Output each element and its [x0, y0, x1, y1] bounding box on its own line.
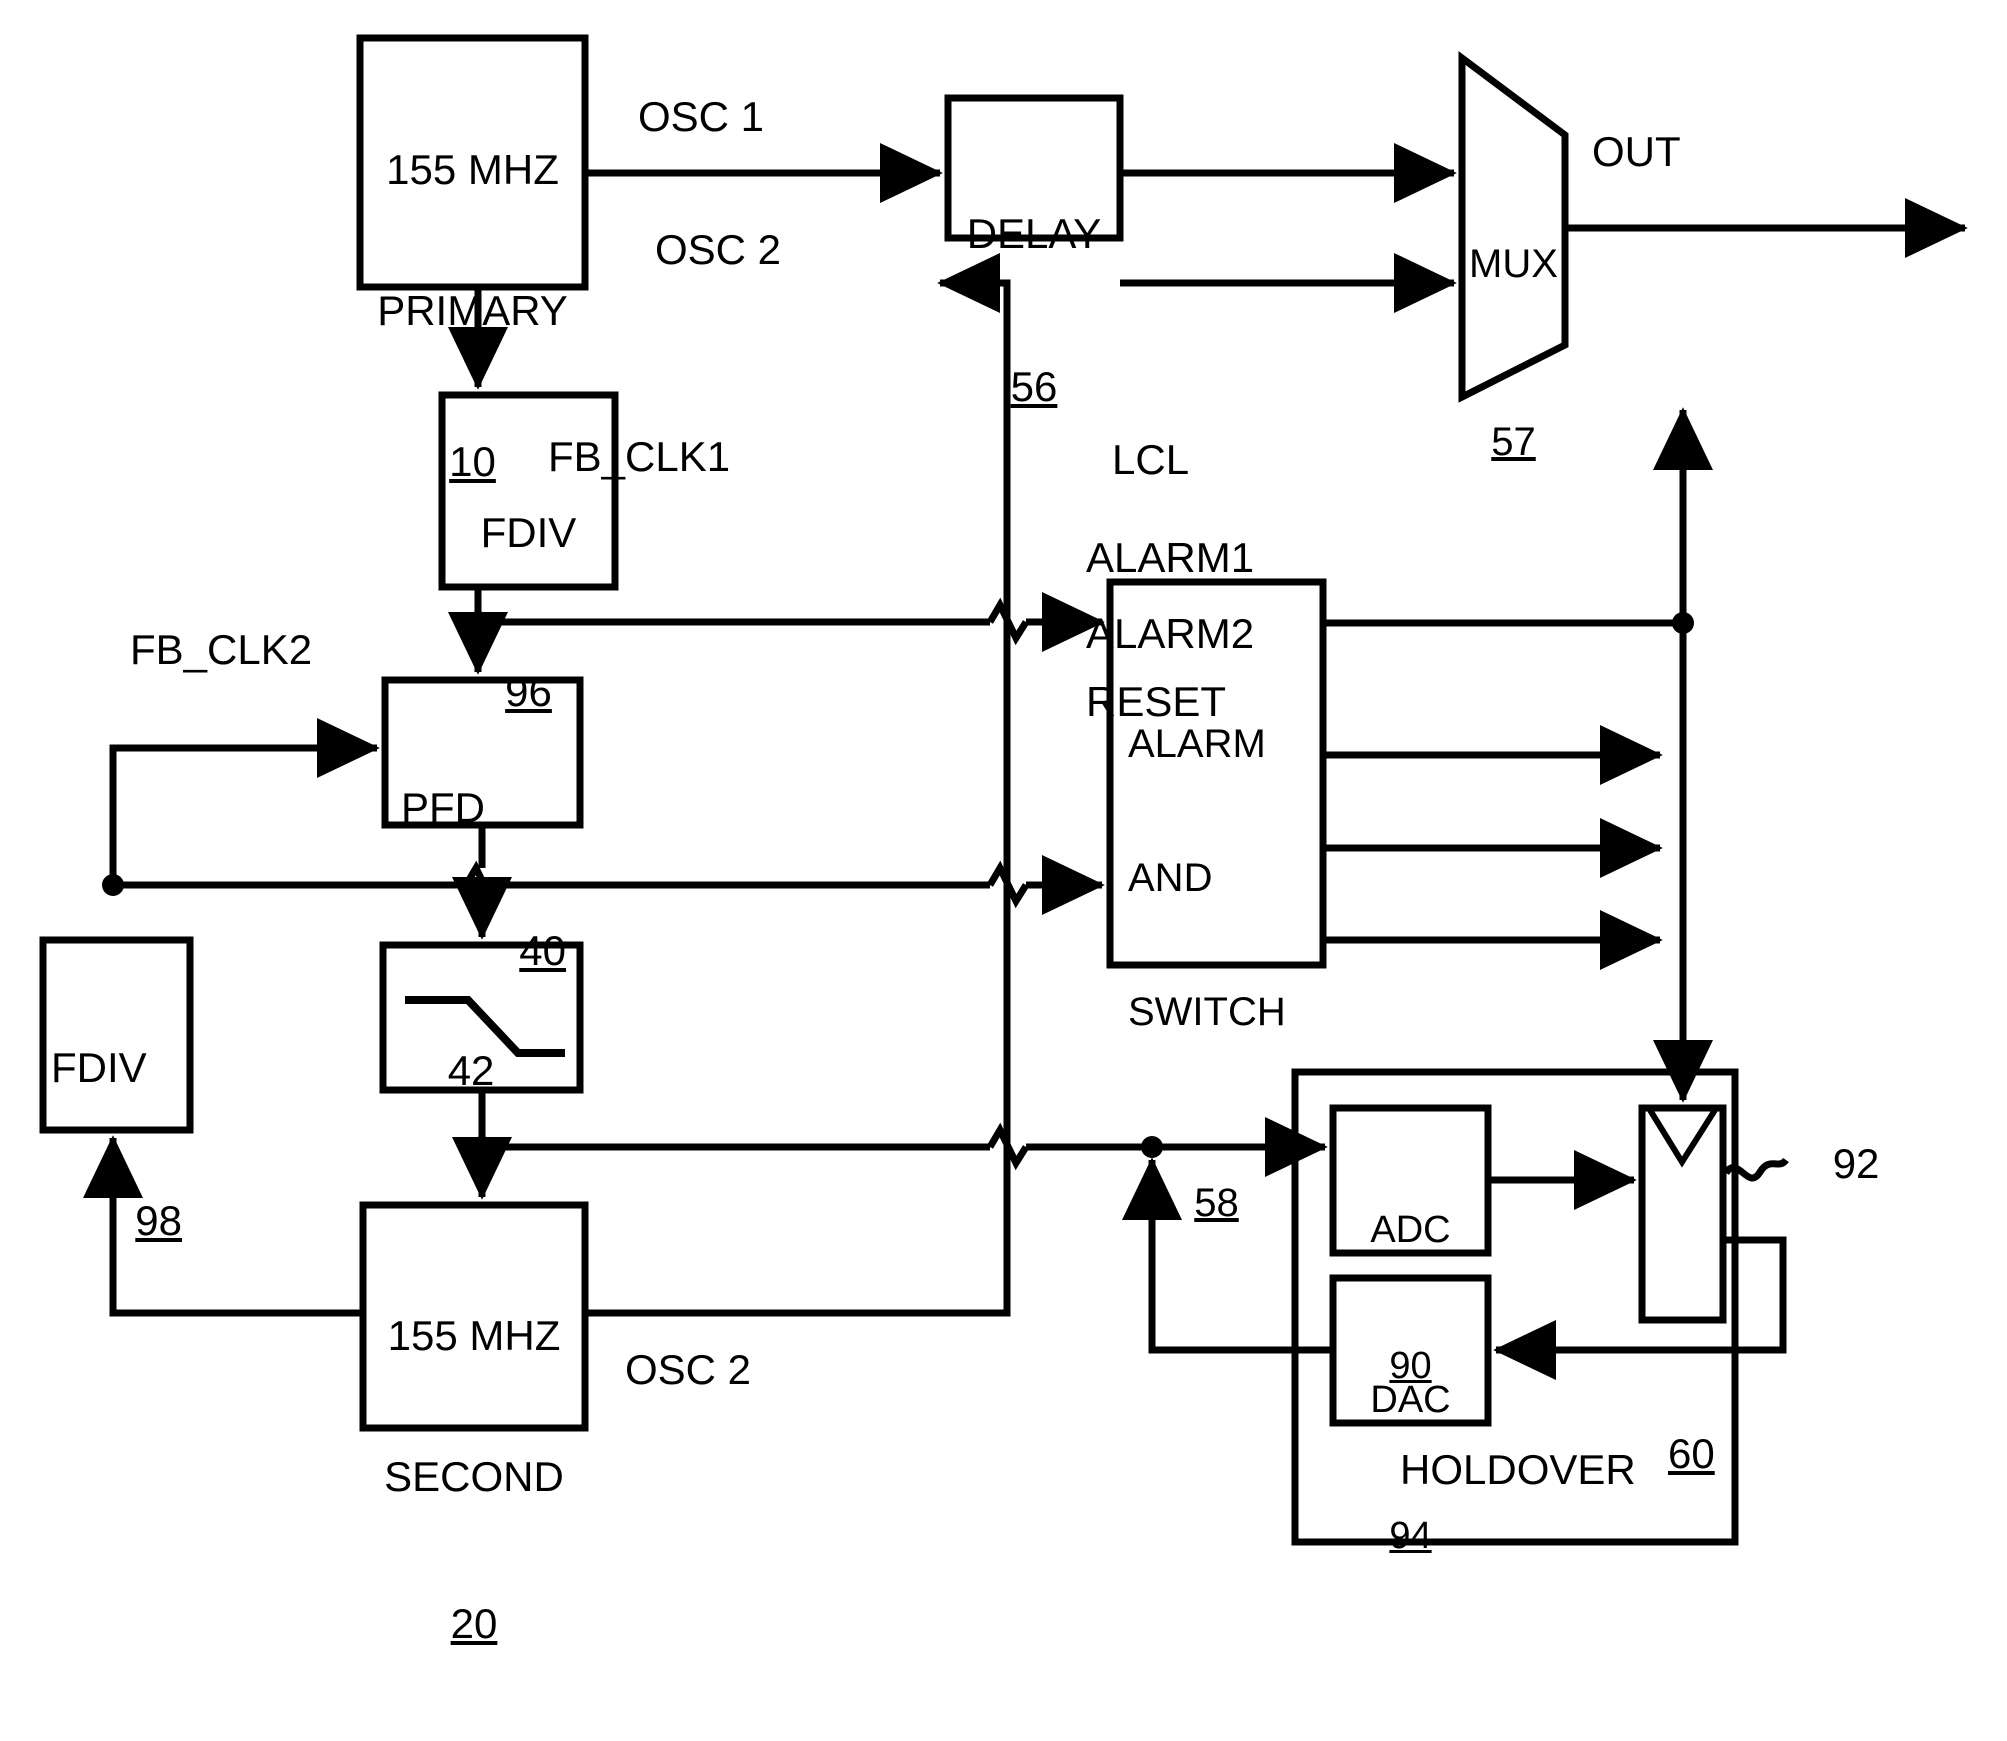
dac-94-ref: 94 [1389, 1514, 1432, 1557]
adc-90-line1: ADC [1370, 1209, 1451, 1252]
signal-label-fb-clk1: FB_CLK1 [548, 433, 731, 480]
signal-label-lcl: LCL [1112, 436, 1190, 483]
pfd-40-ref: 40 [519, 927, 566, 975]
alarm-line1: ALARM [1128, 721, 1266, 766]
signal-label-osc1: OSC 1 [638, 93, 765, 140]
primary-oscillator-line1: 155 MHZ [386, 146, 559, 194]
alarm-line2: AND [1128, 855, 1213, 900]
signal-label-osc2-bottom: OSC 2 [625, 1346, 752, 1393]
dac-94-line1: DAC [1370, 1379, 1451, 1422]
signal-label-alarm1: ALARM1 [1086, 534, 1255, 581]
memory-92-notch [1647, 1108, 1718, 1168]
fdiv-98-label: FDIV 98 [43, 950, 190, 1338]
figure-canvas: 155 MHZ PRIMARY 10 FDIV 96 PFD 40 42 FDI… [0, 0, 2007, 1647]
delay-56-ref: 56 [1010, 363, 1058, 411]
loop-filter-42-label: 42 [383, 1000, 495, 1141]
wire-fb-clk2-up [109, 717, 380, 885]
fdiv-98-line1: FDIV [51, 1044, 147, 1092]
signal-label-reset: RESET [1086, 678, 1227, 725]
alarm-and-switch-label: ALARM AND SWITCH 58 [1110, 632, 1323, 1315]
holdover-60-ref: 60 [1668, 1430, 1715, 1477]
mux-57-line1: MUX [1469, 241, 1558, 286]
signal-label-fb-clk2: FB_CLK2 [130, 626, 313, 673]
signal-label-out: OUT [1592, 128, 1681, 175]
loop-filter-42-ref: 42 [447, 1047, 495, 1095]
mux-57-ref: 57 [1491, 419, 1536, 464]
alarm-ref: 58 [1194, 1180, 1239, 1225]
fdiv-96-line1: FDIV [480, 509, 577, 557]
memory-92-box [1638, 1104, 1727, 1324]
holdover-60-label: HOLDOVER [1400, 1446, 1636, 1493]
second-oscillator-line1: 155 MHZ [387, 1312, 561, 1360]
second-oscillator-line2: SECOND [384, 1453, 564, 1501]
second-oscillator-label: 155 MHZ SECOND 20 [363, 1218, 585, 1741]
delay-56-line1: DELAY [966, 210, 1102, 258]
memory-92-ref: 92 [1832, 1140, 1880, 1188]
alarm-line3: SWITCH [1128, 990, 1286, 1035]
pfd-40-line1: PFD [401, 784, 485, 832]
signal-label-alarm2: ALARM2 [1086, 610, 1255, 657]
delay-56-label: DELAY 56 [948, 116, 1120, 504]
primary-oscillator-line2: PRIMARY [377, 287, 568, 335]
mux-57-label: MUX 57 [1462, 152, 1565, 554]
second-oscillator-ref: 20 [450, 1600, 498, 1648]
signal-label-osc2-top: OSC 2 [655, 226, 782, 273]
fdiv-98-ref: 98 [135, 1197, 182, 1245]
